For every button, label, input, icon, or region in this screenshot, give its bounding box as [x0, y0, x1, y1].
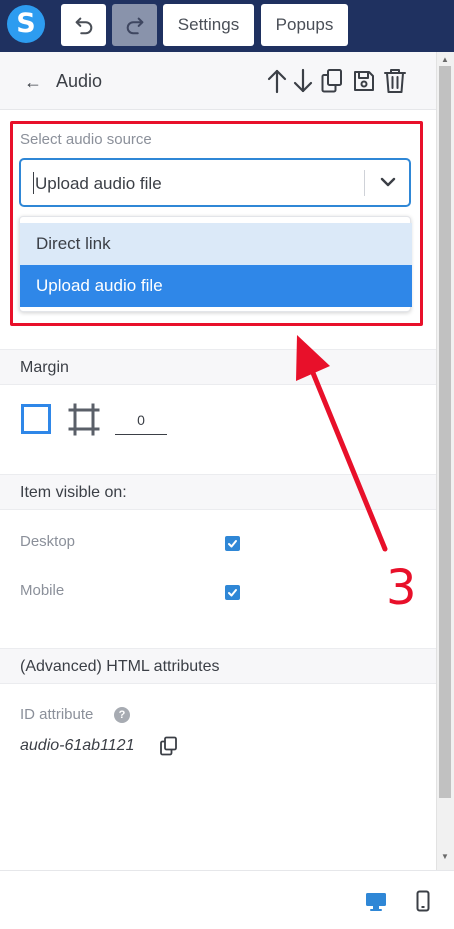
duplicate-icon[interactable]: [320, 68, 344, 94]
id-attribute-value: audio-61ab1121: [20, 737, 135, 754]
arrow-down-icon[interactable]: [292, 68, 314, 94]
popups-button[interactable]: Popups: [261, 4, 348, 46]
advanced-section-header: (Advanced) HTML attributes: [0, 648, 436, 684]
margin-all-sides-icon[interactable]: [21, 404, 51, 434]
margin-section-title: Margin: [20, 359, 69, 376]
audio-source-label: Select audio source: [20, 131, 152, 148]
desktop-label: Desktop: [20, 533, 76, 550]
desktop-preview-icon[interactable]: [365, 892, 387, 912]
visibility-section-header: Item visible on:: [0, 474, 436, 510]
text-cursor: [33, 172, 34, 194]
advanced-section-title: (Advanced) HTML attributes: [20, 658, 220, 675]
back-arrow-icon[interactable]: ←: [24, 73, 42, 91]
panel-header: ← Audio: [0, 52, 436, 110]
checkmark-icon: [228, 589, 237, 597]
select-divider: [364, 170, 365, 196]
audio-source-dropdown: Direct link Upload audio file: [19, 216, 412, 312]
mobile-preview-icon[interactable]: [416, 890, 430, 912]
top-toolbar: S Settings Popups: [0, 0, 454, 52]
mobile-label: Mobile: [20, 582, 65, 599]
margin-individual-sides-icon[interactable]: [68, 403, 100, 436]
app-logo: S: [7, 5, 45, 43]
dropdown-option-direct-link[interactable]: Direct link: [20, 223, 412, 265]
chevron-down-icon[interactable]: [379, 175, 397, 189]
undo-icon: [75, 17, 93, 35]
audio-source-value: Upload audio file: [35, 174, 162, 193]
id-attribute-label: ID attribute: [20, 706, 94, 723]
redo-icon: [126, 17, 144, 35]
save-icon[interactable]: [352, 68, 376, 94]
margin-section-header: Margin: [0, 349, 436, 385]
audio-source-select[interactable]: Upload audio file: [19, 158, 411, 207]
settings-button[interactable]: Settings: [163, 4, 254, 46]
desktop-checkbox[interactable]: [225, 536, 240, 551]
mobile-checkbox[interactable]: [225, 585, 240, 600]
scroll-down-icon[interactable]: ▼: [441, 852, 449, 861]
scrollbar-thumb[interactable]: [439, 66, 451, 798]
arrow-up-icon[interactable]: [266, 68, 288, 94]
annotation-step-number: 3: [386, 560, 417, 616]
margin-value-input[interactable]: 0: [115, 412, 167, 435]
help-icon[interactable]: ?: [114, 707, 130, 723]
copy-icon[interactable]: [159, 736, 179, 756]
trash-icon[interactable]: [383, 68, 407, 94]
dropdown-option-upload-audio-file[interactable]: Upload audio file: [20, 265, 412, 307]
visibility-section-title: Item visible on:: [20, 484, 127, 501]
scroll-up-icon[interactable]: ▲: [441, 55, 449, 64]
redo-button[interactable]: [112, 4, 157, 46]
checkmark-icon: [228, 540, 237, 548]
panel-title: Audio: [56, 71, 103, 91]
undo-button[interactable]: [61, 4, 106, 46]
